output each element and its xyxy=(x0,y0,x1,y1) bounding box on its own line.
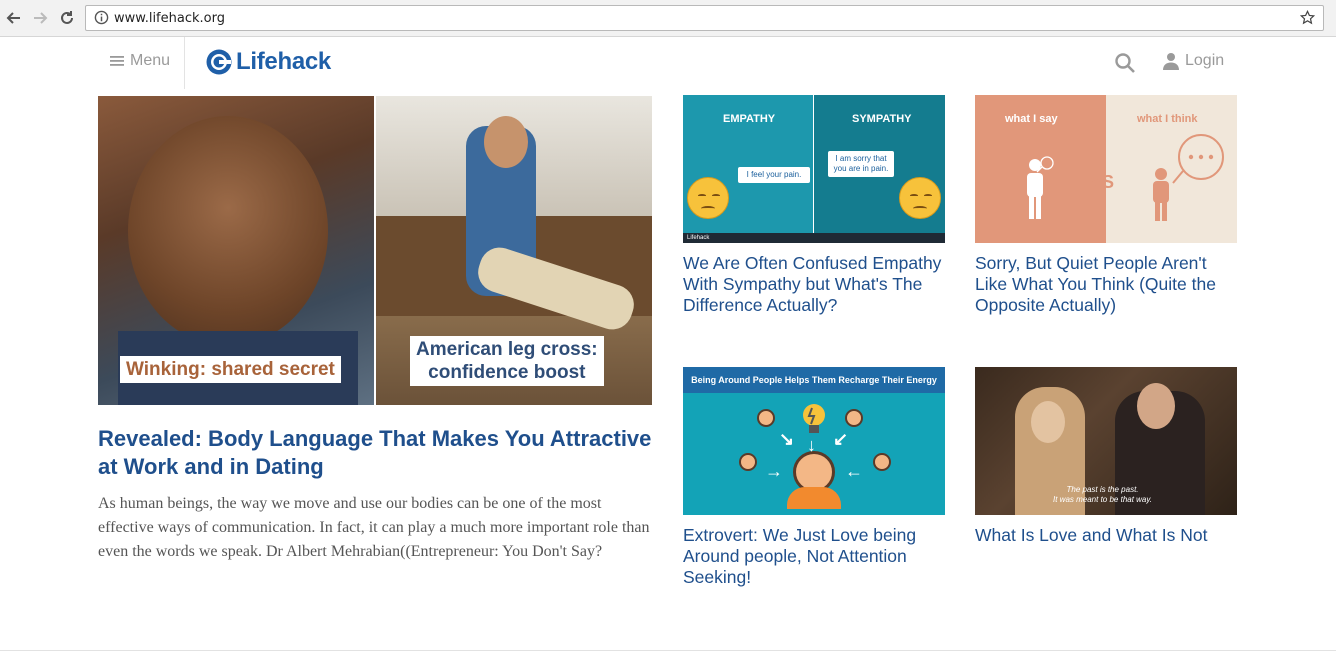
url-text: www.lifehack.org xyxy=(114,11,225,26)
card-title-link-love[interactable]: What Is Love and What Is Not xyxy=(975,525,1237,546)
person-avatar-icon xyxy=(873,453,891,471)
card-image-empathy[interactable]: EMPATHY SYMPATHY I feel your pain. I am … xyxy=(683,95,945,243)
arrow-icon: ← xyxy=(845,461,863,481)
arrow-icon: ↘ xyxy=(779,429,795,449)
address-bar[interactable]: www.lifehack.org xyxy=(85,5,1324,31)
login-button[interactable]: Login xyxy=(1162,52,1224,70)
logo-mark-icon xyxy=(206,49,232,75)
menu-button[interactable]: Menu xyxy=(110,52,170,70)
center-person-body xyxy=(787,487,841,509)
page-divider xyxy=(0,650,1336,651)
arrow-icon: → xyxy=(765,461,783,481)
movie-subtitle: The past is the past. It was meant to be… xyxy=(1053,485,1152,505)
site-header: Menu Lifehack Login xyxy=(0,37,1336,89)
header-divider xyxy=(184,37,185,89)
caption-leg-cross: American leg cross: confidence boost xyxy=(410,336,604,386)
caption-winking: Winking: shared secret xyxy=(120,356,341,383)
caption-leg-cross-line1: American leg cross: xyxy=(416,339,598,360)
lifehack-logo[interactable]: Lifehack xyxy=(205,48,331,76)
lightbulb-icon xyxy=(803,404,825,433)
extrovert-banner: Being Around People Helps Them Recharge … xyxy=(683,367,945,393)
user-icon xyxy=(1163,53,1179,70)
thought-bubble-icon xyxy=(1172,134,1224,184)
browser-toolbar: www.lifehack.org xyxy=(0,0,1336,37)
card-title-link-quiet-people[interactable]: Sorry, But Quiet People Aren't Like What… xyxy=(975,253,1237,316)
card-title-link-empathy[interactable]: We Are Often Confused Empathy With Sympa… xyxy=(683,253,945,316)
login-label: Login xyxy=(1185,52,1225,69)
hamburger-icon xyxy=(110,56,124,66)
featured-excerpt: As human beings, the way we move and use… xyxy=(98,495,650,560)
card-title-link-extrovert[interactable]: Extrovert: We Just Love being Around peo… xyxy=(683,525,945,588)
arrow-left-icon xyxy=(6,12,20,24)
search-icon xyxy=(1115,53,1135,73)
bookmark-star-icon[interactable] xyxy=(1299,9,1316,30)
face-shape xyxy=(1031,401,1065,443)
empathy-bubble: I feel your pain. xyxy=(738,167,810,183)
sympathy-label: SYMPATHY xyxy=(852,113,912,125)
subtitle-line1: The past is the past. xyxy=(1066,485,1139,494)
person-avatar-icon xyxy=(739,453,757,471)
featured-title-link[interactable]: Revealed: Body Language That Makes You A… xyxy=(98,425,658,481)
person-icon xyxy=(1153,168,1169,221)
person-avatar-icon xyxy=(757,409,775,427)
featured-image[interactable]: Winking: shared secret American leg cros… xyxy=(98,96,652,405)
caption-leg-cross-line2: confidence boost xyxy=(428,362,586,383)
arrow-icon: ↙ xyxy=(833,429,849,449)
forward-button[interactable] xyxy=(30,8,50,28)
arrow-icon: ↓ xyxy=(807,435,816,455)
what-i-think-label: what I think xyxy=(1137,113,1198,125)
menu-label: Menu xyxy=(130,52,171,69)
search-button[interactable] xyxy=(1114,52,1136,79)
vs-label: VS xyxy=(1090,172,1115,192)
empathy-label: EMPATHY xyxy=(723,113,776,125)
person-avatar-icon xyxy=(845,409,863,427)
image-strip: Lifehack xyxy=(683,233,945,243)
speech-bubble-icon xyxy=(1036,156,1054,173)
face-shape xyxy=(1137,383,1175,429)
sad-emoji-icon xyxy=(899,177,941,219)
sympathy-bubble: I am sorry that you are in pain. xyxy=(828,151,894,177)
arrow-right-icon xyxy=(34,12,48,24)
reload-icon xyxy=(61,11,73,24)
subtitle-line2: It was meant to be that way. xyxy=(1053,495,1153,504)
card-image-love[interactable]: The past is the past. It was meant to be… xyxy=(975,367,1237,515)
info-icon[interactable] xyxy=(94,10,109,30)
what-i-say-label: what I say xyxy=(1005,113,1058,125)
logo-text: Lifehack xyxy=(236,48,331,75)
sad-emoji-icon xyxy=(687,177,729,219)
card-image-extrovert[interactable]: Being Around People Helps Them Recharge … xyxy=(683,367,945,515)
reload-button[interactable] xyxy=(57,8,77,28)
card-image-quiet-people[interactable]: what I say what I think VS xyxy=(975,95,1237,243)
back-button[interactable] xyxy=(4,8,24,28)
